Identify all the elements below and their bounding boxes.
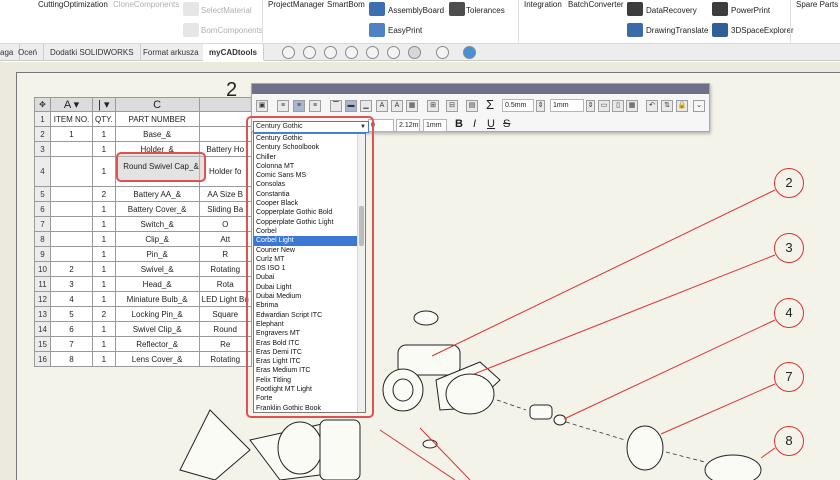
- table-row[interactable]: 5 2 Battery AA_& AA Size B: [34, 186, 252, 202]
- valign-middle-icon[interactable]: ▬: [345, 100, 357, 112]
- balloon-2[interactable]: 2: [774, 168, 804, 198]
- table-row[interactable]: 9 1 Pin_& R: [34, 246, 252, 262]
- table-row[interactable]: 10 2 1 Swivel_& Rotating: [34, 261, 252, 277]
- font-height-field[interactable]: 2.12mm: [396, 119, 420, 132]
- lens-cover-part: [704, 454, 762, 480]
- sort-icon[interactable]: ⇅: [661, 100, 673, 112]
- table-row[interactable]: 13 5 2 Locking Pin_& Square: [34, 306, 252, 322]
- font-size-field[interactable]: 1mm: [423, 119, 447, 132]
- row-height-stepper[interactable]: ⇕: [586, 100, 595, 112]
- header-item-no: ITEM NO.: [50, 111, 93, 127]
- end-cap-part: [179, 409, 251, 480]
- align-right-icon[interactable]: ≡: [309, 100, 321, 112]
- table-row[interactable]: 12 4 1 Miniature Bulb_& LED Light Bu: [34, 291, 252, 307]
- cap-part: [413, 310, 439, 326]
- bold-button[interactable]: B: [455, 118, 463, 130]
- table-row[interactable]: 2 1 1 Base_&: [34, 126, 252, 142]
- bom-table[interactable]: ✥ A ▾ | ▾ C 1 ITEM NO. QTY. PART NUMBER …: [34, 97, 252, 367]
- undo-icon[interactable]: ↶: [646, 100, 658, 112]
- column-c-header[interactable]: C: [114, 97, 200, 112]
- table-row[interactable]: 7 1 Switch_& O: [34, 216, 252, 232]
- align-center-icon[interactable]: ≡: [293, 100, 305, 112]
- balloon-4[interactable]: 4: [774, 298, 804, 328]
- bulb-part: [529, 404, 553, 420]
- table-move-handle[interactable]: ✥: [34, 97, 51, 112]
- column-b-header[interactable]: | ▾: [92, 97, 116, 112]
- balloon-3[interactable]: 3: [774, 233, 804, 263]
- text-style-icon[interactable]: A: [376, 100, 388, 112]
- fit-column-icon[interactable]: ▯: [612, 100, 624, 112]
- valign-top-icon[interactable]: ▔: [330, 100, 342, 112]
- merge-cells-icon[interactable]: ▤: [466, 100, 478, 112]
- insert-column-icon[interactable]: ⊟: [446, 100, 458, 112]
- sum-icon[interactable]: Σ: [486, 97, 494, 112]
- header-qty: QTY.: [92, 111, 116, 127]
- table-props-icon[interactable]: ▣: [256, 100, 268, 112]
- cell-fill-icon[interactable]: ▦: [406, 100, 418, 112]
- row-height-field[interactable]: 1mm: [550, 99, 584, 112]
- column-a-header[interactable]: A ▾: [50, 97, 93, 112]
- header-description: [198, 111, 252, 127]
- table-grid-icon[interactable]: ▦: [626, 100, 638, 112]
- lock-icon[interactable]: 🔒: [676, 100, 688, 112]
- column-d-header[interactable]: [198, 97, 252, 112]
- table-row[interactable]: 6 1 Battery Cover_& Sliding Ba: [34, 201, 252, 217]
- toolbar-titlebar[interactable]: [252, 84, 709, 94]
- expand-icon[interactable]: ⌄: [693, 100, 705, 112]
- header-part-number: PART NUMBER: [114, 111, 200, 127]
- table-row[interactable]: 14 6 1 Swivel Clip_& Round: [34, 321, 252, 337]
- balloon-7[interactable]: 7: [774, 362, 804, 392]
- table-row[interactable]: 15 7 1 Reflector_& Re: [34, 336, 252, 352]
- valign-bottom-icon[interactable]: ▁: [360, 100, 372, 112]
- line-width-stepper[interactable]: ⇕: [536, 100, 545, 112]
- table-row[interactable]: 1 ITEM NO. QTY. PART NUMBER: [34, 111, 252, 127]
- strikethrough-button[interactable]: S: [503, 118, 510, 130]
- table-row[interactable]: 16 8 1 Lens Cover_& Rotating: [34, 351, 252, 367]
- underline-button[interactable]: U: [487, 118, 495, 130]
- column-header-row: ✥ A ▾ | ▾ C: [34, 97, 252, 112]
- fit-row-icon[interactable]: ▭: [598, 100, 610, 112]
- align-left-icon[interactable]: ≡: [277, 100, 289, 112]
- text-color-icon[interactable]: A: [391, 100, 403, 112]
- reflector-part: [626, 425, 664, 471]
- balloon-8[interactable]: 8: [774, 426, 804, 456]
- italic-button[interactable]: I: [473, 118, 476, 130]
- insert-row-icon[interactable]: ⊞: [427, 100, 439, 112]
- annotation-highlight-font-list: [246, 116, 374, 418]
- selected-cell-round-swivel-cap[interactable]: Round Swivel Cap_&: [116, 152, 206, 182]
- table-row[interactable]: 11 3 1 Head_& Rota: [34, 276, 252, 292]
- table-row[interactable]: 8 1 Clip_& Att: [34, 231, 252, 247]
- line-width-field[interactable]: 0.5mm: [502, 99, 534, 112]
